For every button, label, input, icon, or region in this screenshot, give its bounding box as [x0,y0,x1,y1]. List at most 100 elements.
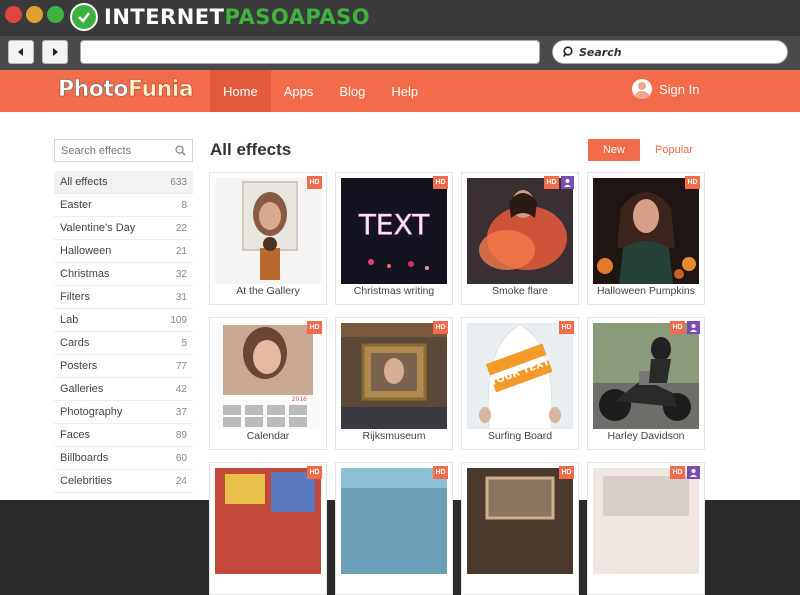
category-count: 37 [175,406,187,418]
category-label: Halloween [60,245,112,257]
category-item-christmas[interactable]: Christmas 32 [54,263,193,286]
effect-card[interactable]: HD [209,462,327,595]
logo-photo-text: Photo [58,77,129,103]
effect-card-christmas-writing[interactable]: TEXT HD Christmas writing [335,172,453,305]
card-badges: HD [559,466,574,479]
effect-thumbnail: 2016 [215,323,321,429]
category-item-galleries[interactable]: Galleries 42 [54,378,193,401]
category-label: Galleries [60,383,104,395]
category-label: Christmas [60,268,110,280]
category-item-valentines-day[interactable]: Valentine's Day 22 [54,217,193,240]
card-badges: HD [559,321,574,334]
nav-blog[interactable]: Blog [326,70,378,112]
brand-prefix: INTERNET [104,5,225,29]
sort-new-button[interactable]: New [588,139,640,161]
user-photo-icon [561,176,574,189]
effect-title: At the Gallery [236,285,300,297]
effects-search-input[interactable] [61,144,171,157]
effect-card-smoke-flare[interactable]: HD Smoke flare [461,172,579,305]
category-item-celebrities[interactable]: Celebrities 24 [54,470,193,493]
category-list: All effects 633 Easter 8 Valentine's Day 22… [54,171,193,493]
category-count: 77 [175,360,187,372]
category-label: Faces [60,429,90,441]
hd-badge: HD [307,466,322,479]
forward-button[interactable] [42,40,68,64]
nav-home[interactable]: Home [210,70,271,112]
category-item-billboards[interactable]: Billboards 60 [54,447,193,470]
brand-wordmark: INTERNETPASOAPASO [104,5,370,29]
effect-title: Christmas writing [353,285,435,297]
category-label: Easter [60,199,92,211]
minimize-window-button[interactable] [26,6,43,23]
effect-thumbnail [467,178,573,284]
effect-card-surfing-board[interactable]: YOUR TEXT HD Surfing Board [461,317,579,450]
nav-help[interactable]: Help [378,70,431,112]
close-window-button[interactable] [5,6,22,23]
effect-thumbnail: TEXT [341,178,447,284]
category-item-photography[interactable]: Photography 37 [54,401,193,424]
effect-card-calendar[interactable]: 2016 HD Calendar [209,317,327,450]
hd-badge: HD [433,466,448,479]
brand-logo-icon [70,3,98,31]
category-label: Cards [60,337,90,349]
effect-card-halloween-pumpkins[interactable]: HD Halloween Pumpkins [587,172,705,305]
browser-title-bar: INTERNETPASOAPASO [0,0,800,36]
sign-in-link[interactable]: Sign In [632,79,699,99]
hd-badge: HD [544,176,559,189]
browser-search-box[interactable]: Search [552,40,788,64]
effect-thumbnail [593,178,699,284]
effect-thumbnail [215,468,321,574]
category-item-posters[interactable]: Posters 77 [54,355,193,378]
watermark-brand: INTERNETPASOAPASO [70,2,370,32]
effect-thumbnail [341,323,447,429]
category-item-easter[interactable]: Easter 8 [54,194,193,217]
effect-thumbnail: YOUR TEXT [467,323,573,429]
sort-popular-button[interactable]: Popular [650,139,698,161]
hd-badge: HD [559,321,574,334]
address-bar[interactable] [80,40,540,64]
category-item-lab[interactable]: Lab 109 [54,309,193,332]
effects-search-box [54,139,193,162]
card-badges: HD [544,176,574,189]
hd-badge: HD [670,321,685,334]
category-item-halloween[interactable]: Halloween 21 [54,240,193,263]
category-label: Valentine's Day [60,222,136,234]
effect-card[interactable]: HD [335,462,453,595]
back-arrow-icon [18,48,23,56]
category-item-all-effects[interactable]: All effects 633 [54,171,193,194]
forward-arrow-icon [53,48,58,56]
hd-badge: HD [433,321,448,334]
category-label: Filters [60,291,90,303]
category-item-faces[interactable]: Faces 89 [54,424,193,447]
brand-accent: PASOAPASO [224,5,371,29]
effect-thumbnail [341,468,447,574]
hd-badge: HD [307,321,322,334]
effect-card-rijksmuseum[interactable]: HD Rijksmuseum [335,317,453,450]
category-count: 31 [175,291,187,303]
category-count: 8 [181,199,187,211]
logo-funia-text: Funia [128,77,194,103]
category-item-cards[interactable]: Cards 5 [54,332,193,355]
photofunia-logo[interactable]: PhotoFunia [58,77,194,103]
card-badges: HD [433,321,448,334]
main-nav: Home Apps Blog Help [210,70,431,112]
back-button[interactable] [8,40,34,64]
effect-card[interactable]: HD [461,462,579,595]
effect-card-at-the-gallery[interactable]: HD At the Gallery [209,172,327,305]
effect-card[interactable]: HD [587,462,705,595]
category-label: Posters [60,360,98,372]
maximize-window-button[interactable] [47,6,64,23]
category-count: 5 [181,337,187,349]
search-icon[interactable] [175,145,186,156]
browser-toolbar: Search [0,36,800,70]
category-item-filters[interactable]: Filters 31 [54,286,193,309]
category-label: Celebrities [60,475,112,487]
category-count: 21 [175,245,187,257]
nav-apps[interactable]: Apps [271,70,327,112]
user-avatar-icon [632,79,652,99]
christmas-text-overlay: TEXT [358,208,430,241]
hd-badge: HD [670,466,685,479]
effect-card-harley-davidson[interactable]: HD Harley Davidson [587,317,705,450]
effect-thumbnail [215,178,321,284]
effects-sidebar: All effects 633 Easter 8 Valentine's Day 22… [54,139,193,493]
